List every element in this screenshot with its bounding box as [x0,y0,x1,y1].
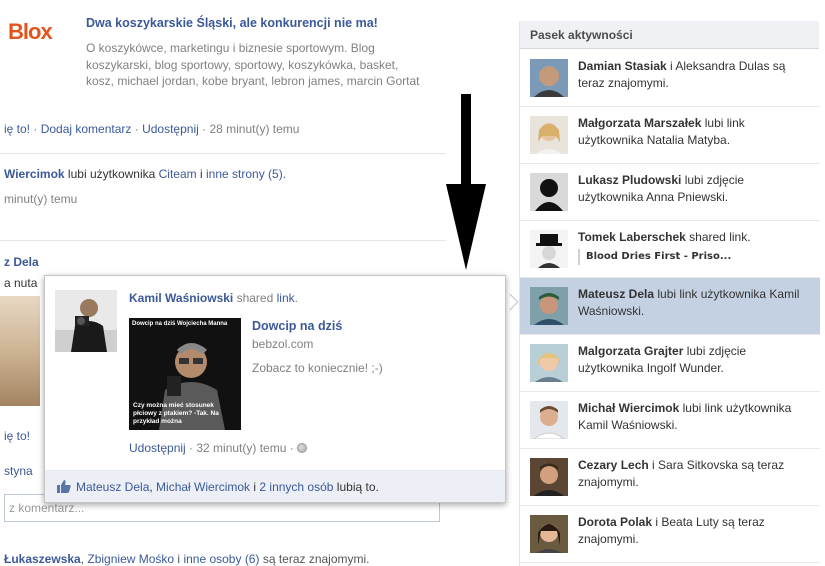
globe-icon[interactable] [297,443,308,453]
ticker-item[interactable]: Lukasz Pludowski lubi zdjęcie użytkownik… [520,164,820,221]
story-others-link[interactable]: inne strony (5). [206,167,286,181]
like-link[interactable]: ię to! [4,122,30,136]
avatar[interactable] [55,290,117,352]
avatar[interactable] [530,344,568,382]
ticker-item[interactable]: Małgorzata Marszałek lubi link użytkowni… [520,107,820,164]
avatar[interactable] [530,515,568,553]
shared-link-preview[interactable]: Blood Dries First - Priso... [578,248,810,265]
feed-divider [0,153,446,154]
ticker-actor[interactable]: Tomek Laberschek [578,230,686,244]
post-link-description: O koszykówce, marketingu i biznesie spor… [86,41,420,88]
thumbs-up-icon [57,480,71,493]
avatar[interactable] [530,173,568,211]
share-link[interactable]: Udostępnij [129,441,186,455]
likes-bar: Mateusz Dela, Michał Wiercimok i 2 innyc… [45,470,505,502]
thumbnail-caption-top: Dowcip na dziś Wojciecha Manna [132,321,228,327]
story-actor-link[interactable]: Zbigniew Mośko [87,552,174,566]
thumbnail-caption-bottom: Czy można mieć stosunek płciowy z ptakie… [133,402,219,425]
story-text: a nuta [4,276,38,290]
avatar[interactable] [530,287,568,325]
liker-link[interactable]: Mateusz Dela [76,480,149,494]
share-link[interactable]: Udostępnij [142,122,199,136]
story-target-link[interactable]: Citeam [159,167,197,181]
ticker-actor[interactable]: Małgorzata Marszałek [578,116,701,130]
ticker-item[interactable]: Cezary Lech i Sara Sitkovska są teraz zn… [520,449,820,506]
avatar[interactable] [530,230,568,268]
author-link[interactable]: Kamil Waśniowski [129,291,233,305]
avatar[interactable] [530,116,568,154]
story-image[interactable] [0,296,40,406]
arrow-down-icon [446,184,486,270]
ticker-item[interactable]: Michał Wiercimok lubi link użytkownika K… [520,392,820,449]
post-link-title[interactable]: Dwa koszykarskie Śląski, ale konkurencji… [86,16,378,30]
ticker-item-selected[interactable]: Mateusz Dela lubi link użytkownika Kamil… [520,278,820,335]
liker-link[interactable]: Michał Wiercimok [156,480,250,494]
story-actor-link[interactable]: Wiercimok [4,167,65,181]
ticker-actor[interactable]: Mateusz Dela [578,287,654,301]
blox-logo[interactable]: Blox [8,19,53,45]
ticker-item[interactable]: Tomek Laberschek shared link. Blood Dries… [520,221,820,278]
story-others-link[interactable]: inne osoby (6) [183,552,259,566]
story-actor-link[interactable]: Łukaszewska [4,552,81,566]
story-preview-popup: Kamil Waśniowski shared link. Dowcip na … [44,275,506,503]
link-title[interactable]: Dowcip na dziś [252,319,342,333]
ticker-item[interactable]: Malgorzata Grajter lubi zdjęcie użytkown… [520,335,820,392]
shared-link-word[interactable]: link [277,291,295,305]
avatar[interactable] [530,401,568,439]
link-thumbnail[interactable]: Dowcip na dziś Wojciecha Manna Czy można… [129,318,241,430]
ticker-title: Pasek aktywności [520,21,819,49]
ticker-actor[interactable]: Lukasz Pludowski [578,173,681,187]
ticker-actor[interactable]: Cezary Lech [578,458,649,472]
ticker-actor[interactable]: Dorota Polak [578,515,652,529]
feed-divider [0,240,446,241]
story-actor-link[interactable]: z Dela [4,255,39,269]
liker-name-link[interactable]: styna [4,464,33,478]
popup-header: Kamil Waśniowski shared link. [129,291,298,305]
other-likers-link[interactable]: 2 innych osób [259,480,333,494]
ticker-item[interactable]: Damian Stasiak i Aleksandra Dulas są ter… [520,50,820,107]
arrow-annotation-shaft [461,94,471,186]
add-comment-link[interactable]: Dodaj komentarz [41,122,132,136]
post-actions: ię to! · Dodaj komentarz · Udostępnij · … [4,122,300,136]
feed-story: Łukaszewska, Zbigniew Mośko i inne osoby… [4,552,370,566]
ticker-item[interactable]: Dorota Polak i Beata Luty są teraz znajo… [520,506,820,563]
like-link[interactable]: ię to! [4,429,30,443]
popup-timestamp: · 32 minut(y) temu · [185,441,298,455]
ticker-actor[interactable]: Damian Stasiak [578,59,667,73]
activity-ticker: Pasek aktywności Damian Stasiak i Aleksa… [519,21,820,566]
story-timestamp: minut(y) temu [4,192,78,206]
ticker-actor[interactable]: Michał Wiercimok [578,401,679,415]
post-timestamp: · 28 minut(y) temu [198,122,300,136]
feed-story: Wiercimok lubi użytkownika Citeam i inne… [4,167,287,181]
ticker-actor[interactable]: Malgorzata Grajter [578,344,683,358]
avatar[interactable] [530,59,568,97]
link-description: Zobacz to koniecznie! ;-) [252,361,383,375]
popup-actions: Udostępnij · 32 minut(y) temu · [129,441,308,455]
avatar[interactable] [530,458,568,496]
link-domain: bebzol.com [252,337,314,351]
